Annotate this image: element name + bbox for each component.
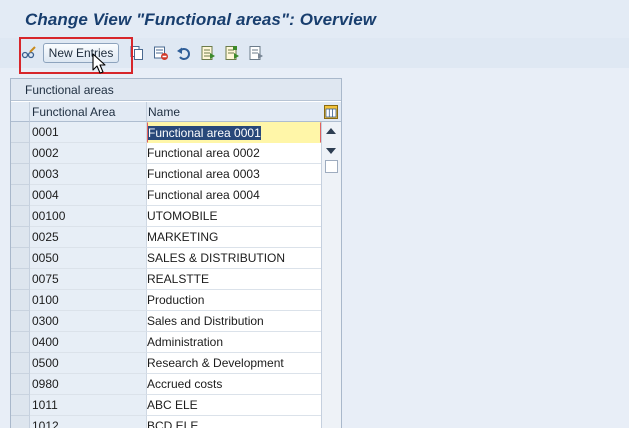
functional-area-cell: 0500 [30, 353, 147, 374]
name-input-cell[interactable]: ABC ELE [147, 395, 321, 416]
table-row[interactable]: 0025 MARKETING [11, 227, 321, 248]
functional-area-cell: 0025 [30, 227, 147, 248]
row-selector[interactable] [11, 416, 30, 428]
name-value: MARKETING [147, 230, 219, 244]
deselect-all-icon[interactable] [248, 45, 264, 61]
functional-area-cell: 0001 [30, 122, 147, 143]
name-value: REALSTTE [147, 272, 210, 286]
row-selector[interactable] [11, 269, 30, 290]
row-selector[interactable] [11, 353, 30, 374]
scroll-up-arrow-icon[interactable] [326, 128, 336, 134]
name-input-cell[interactable]: BCD ELE [147, 416, 321, 428]
column-header-name[interactable]: Name [147, 102, 321, 122]
table-title: Functional areas [11, 79, 341, 101]
name-value: Functional area 0001 [148, 126, 261, 140]
functional-area-cell: 1011 [30, 395, 147, 416]
row-selector[interactable] [11, 311, 30, 332]
row-selector[interactable] [11, 206, 30, 227]
functional-area-cell: 0002 [30, 143, 147, 164]
new-entries-highlight-box [19, 37, 133, 74]
scroll-down-arrow-icon[interactable] [326, 148, 336, 154]
row-selector[interactable] [11, 332, 30, 353]
table-row[interactable]: 00100 UTOMOBILE [11, 206, 321, 227]
functional-area-cell: 0003 [30, 164, 147, 185]
undo-icon[interactable] [176, 45, 192, 61]
functional-area-cell: 0980 [30, 374, 147, 395]
name-value: Accrued costs [147, 377, 223, 391]
functional-area-cell: 0400 [30, 332, 147, 353]
functional-area-cell: 0300 [30, 311, 147, 332]
page-title: Change View "Functional areas": Overview [25, 10, 377, 29]
scrollbar-thumb[interactable] [325, 160, 338, 173]
table-row[interactable]: 0100 Production [11, 290, 321, 311]
select-all-icon[interactable] [200, 45, 216, 61]
name-value: Functional area 0003 [147, 167, 260, 181]
functional-area-cell: 00100 [30, 206, 147, 227]
name-input-cell[interactable]: Functional area 0003 [147, 164, 321, 185]
row-selector[interactable] [11, 374, 30, 395]
functional-area-cell: 0075 [30, 269, 147, 290]
delete-icon[interactable] [153, 45, 169, 61]
vertical-scrollbar[interactable] [321, 122, 341, 428]
table-row[interactable]: 0004 Functional area 0004 [11, 185, 321, 206]
select-block-icon[interactable] [224, 45, 240, 61]
table-settings-icon[interactable] [324, 105, 338, 119]
name-value: UTOMOBILE [147, 209, 218, 223]
functional-area-cell: 1012 [30, 416, 147, 428]
name-input-cell[interactable]: Functional area 0001 [147, 122, 321, 143]
table-row[interactable]: 0002 Functional area 0002 [11, 143, 321, 164]
row-selector[interactable] [11, 185, 30, 206]
column-header-functional-area[interactable]: Functional Area [30, 102, 147, 122]
table-row[interactable]: 0001 Functional area 0001 [11, 122, 321, 143]
name-input-cell[interactable]: MARKETING [147, 227, 321, 248]
table-row[interactable]: 1011 ABC ELE [11, 395, 321, 416]
row-selector[interactable] [11, 164, 30, 185]
name-input-cell[interactable]: Research & Development [147, 353, 321, 374]
table-settings-cell[interactable] [321, 102, 341, 122]
name-input-cell[interactable]: Administration [147, 332, 321, 353]
name-input-cell[interactable]: SALES & DISTRIBUTION [147, 248, 321, 269]
name-value: Research & Development [147, 356, 284, 370]
name-value: Administration [147, 335, 224, 349]
name-value: Functional area 0002 [147, 146, 260, 160]
name-value: Production [147, 293, 205, 307]
mouse-cursor-icon [92, 53, 106, 74]
name-input-cell[interactable]: REALSTTE [147, 269, 321, 290]
table-row[interactable]: 0400 Administration [11, 332, 321, 353]
name-input-cell[interactable]: Accrued costs [147, 374, 321, 395]
row-selector[interactable] [11, 227, 30, 248]
title-bar: Change View "Functional areas": Overview [0, 0, 629, 39]
name-value: SALES & DISTRIBUTION [147, 251, 286, 265]
select-all-rows-header[interactable] [11, 102, 30, 122]
row-selector[interactable] [11, 290, 30, 311]
row-selector[interactable] [11, 248, 30, 269]
name-input-cell[interactable]: Functional area 0004 [147, 185, 321, 206]
functional-areas-table: Functional areas Functional Area Name 00… [10, 78, 342, 428]
row-selector[interactable] [11, 395, 30, 416]
functional-area-cell: 0050 [30, 248, 147, 269]
table-row[interactable]: 0980 Accrued costs [11, 374, 321, 395]
name-value: Functional area 0004 [147, 188, 260, 202]
name-input-cell[interactable]: Sales and Distribution [147, 311, 321, 332]
name-input-cell[interactable]: UTOMOBILE [147, 206, 321, 227]
table-row[interactable]: 1012 BCD ELE [11, 416, 321, 428]
table-row[interactable]: 0500 Research & Development [11, 353, 321, 374]
table-row[interactable]: 0050 SALES & DISTRIBUTION [11, 248, 321, 269]
name-input-cell[interactable]: Functional area 0002 [147, 143, 321, 164]
functional-area-cell: 0100 [30, 290, 147, 311]
name-value: Sales and Distribution [147, 314, 264, 328]
table-row[interactable]: 0003 Functional area 0003 [11, 164, 321, 185]
functional-area-cell: 0004 [30, 185, 147, 206]
table-row[interactable]: 0300 Sales and Distribution [11, 311, 321, 332]
name-input-cell[interactable]: Production [147, 290, 321, 311]
table-row[interactable]: 0075 REALSTTE [11, 269, 321, 290]
row-selector[interactable] [11, 122, 30, 143]
name-value: ABC ELE [147, 398, 198, 412]
row-selector[interactable] [11, 143, 30, 164]
